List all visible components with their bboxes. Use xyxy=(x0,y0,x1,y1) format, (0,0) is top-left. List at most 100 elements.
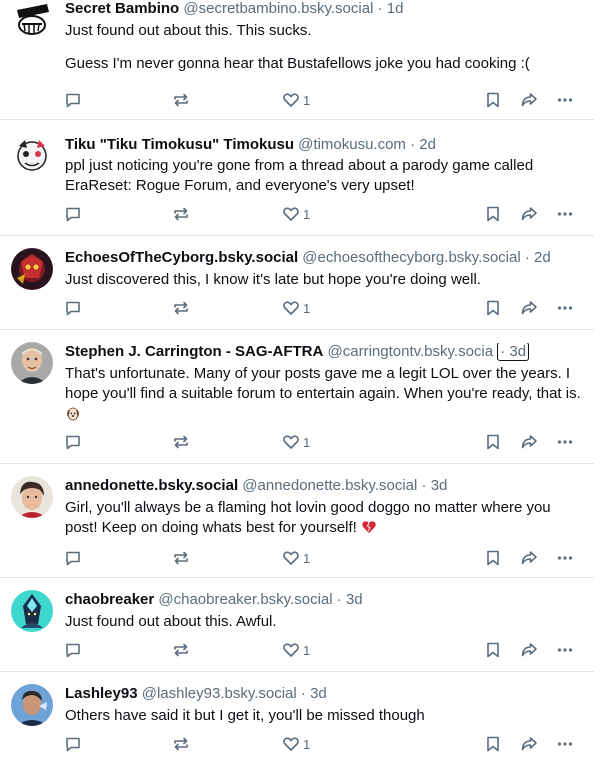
avatar[interactable] xyxy=(11,0,53,40)
share-icon xyxy=(520,91,538,109)
like-button[interactable]: 1 xyxy=(282,640,310,660)
post[interactable]: chaobreaker @chaobreaker.bsky.social · 3… xyxy=(0,578,594,672)
reply-icon xyxy=(64,299,82,317)
author-name[interactable]: chaobreaker xyxy=(65,591,154,608)
more-options-button[interactable] xyxy=(556,204,574,224)
share-button[interactable] xyxy=(520,734,538,754)
heart-icon xyxy=(282,205,300,223)
post-time[interactable]: 3d xyxy=(431,477,448,494)
repost-button[interactable] xyxy=(172,640,190,660)
bookmark-button[interactable] xyxy=(485,298,501,318)
like-button[interactable]: 1 xyxy=(282,204,310,224)
separator: · xyxy=(410,136,416,153)
more-icon xyxy=(556,91,574,109)
share-button[interactable] xyxy=(520,640,538,660)
like-count: 1 xyxy=(303,642,311,658)
author-handle[interactable]: @lashley93.bsky.social xyxy=(142,685,297,702)
heart-icon xyxy=(282,641,300,659)
repost-button[interactable] xyxy=(172,298,190,318)
avatar[interactable] xyxy=(11,248,53,290)
avatar[interactable] xyxy=(11,590,53,632)
author-name[interactable]: Lashley93 xyxy=(65,685,138,702)
repost-button[interactable] xyxy=(172,90,190,110)
avatar[interactable] xyxy=(11,342,53,384)
post[interactable]: Lashley93 @lashley93.bsky.social · 3d Ot… xyxy=(0,672,594,764)
share-button[interactable] xyxy=(520,298,538,318)
post-text: That's unfortunate. Many of your posts g… xyxy=(65,365,581,402)
bookmark-button[interactable] xyxy=(485,548,501,568)
post-time[interactable]: 1d xyxy=(387,0,404,17)
post[interactable]: EchoesOfTheCyborg.bsky.social @echoesoft… xyxy=(0,236,594,330)
like-button[interactable]: 1 xyxy=(282,548,310,568)
more-icon xyxy=(556,299,574,317)
share-button[interactable] xyxy=(520,548,538,568)
author-name[interactable]: Tiku "Tiku Timokusu" Timokusu xyxy=(65,136,294,153)
author-handle[interactable]: @annedonette.bsky.social xyxy=(242,477,417,494)
author-handle[interactable]: @timokusu.com xyxy=(298,136,406,153)
author-handle[interactable]: @carringtontv.bsky.socia xyxy=(328,343,494,360)
more-icon xyxy=(556,205,574,223)
more-options-button[interactable] xyxy=(556,548,574,568)
author-name[interactable]: EchoesOfTheCyborg.bsky.social xyxy=(65,249,298,266)
reply-button[interactable] xyxy=(64,204,82,224)
more-icon xyxy=(556,641,574,659)
more-options-button[interactable] xyxy=(556,432,574,452)
repost-button[interactable] xyxy=(172,548,190,568)
bookmark-icon xyxy=(485,91,501,109)
share-button[interactable] xyxy=(520,204,538,224)
author-handle[interactable]: @chaobreaker.bsky.social xyxy=(158,591,332,608)
post-time[interactable]: 2d xyxy=(534,249,551,266)
separator: · xyxy=(300,685,306,702)
repost-button[interactable] xyxy=(172,204,190,224)
post[interactable]: Stephen J. Carrington - SAG-AFTRA @carri… xyxy=(0,330,594,464)
post-actions: 1 xyxy=(0,90,594,110)
repost-icon xyxy=(172,641,190,659)
like-button[interactable]: 1 xyxy=(282,90,310,110)
post-time[interactable]: 3d xyxy=(310,685,327,702)
author-name[interactable]: Stephen J. Carrington - SAG-AFTRA xyxy=(65,343,323,360)
like-button[interactable]: 1 xyxy=(282,734,310,754)
reply-button[interactable] xyxy=(64,548,82,568)
author-name[interactable]: annedonette.bsky.social xyxy=(65,477,238,494)
post-time[interactable]: · 3d xyxy=(497,343,530,361)
share-icon xyxy=(520,735,538,753)
post[interactable]: Tiku "Tiku Timokusu" Timokusu @timokusu.… xyxy=(0,120,594,236)
bookmark-button[interactable] xyxy=(485,640,501,660)
bookmark-button[interactable] xyxy=(485,432,501,452)
post-actions: 1 xyxy=(0,548,594,568)
author-name[interactable]: Secret Bambino xyxy=(65,0,179,17)
more-options-button[interactable] xyxy=(556,734,574,754)
like-count: 1 xyxy=(303,300,311,316)
post-time[interactable]: 3d xyxy=(346,591,363,608)
separator: · xyxy=(377,0,383,17)
bookmark-button[interactable] xyxy=(485,734,501,754)
reply-button[interactable] xyxy=(64,640,82,660)
reply-button[interactable] xyxy=(64,90,82,110)
reply-button[interactable] xyxy=(64,432,82,452)
avatar[interactable] xyxy=(11,684,53,726)
more-options-button[interactable] xyxy=(556,640,574,660)
heart-icon xyxy=(282,549,300,567)
post-time[interactable]: 2d xyxy=(419,136,436,153)
share-button[interactable] xyxy=(520,432,538,452)
avatar[interactable] xyxy=(11,136,53,178)
bookmark-icon xyxy=(485,641,501,659)
repost-button[interactable] xyxy=(172,734,190,754)
reply-button[interactable] xyxy=(64,298,82,318)
like-button[interactable]: 1 xyxy=(282,432,310,452)
avatar[interactable] xyxy=(11,476,53,518)
post[interactable]: annedonette.bsky.social @annedonette.bsk… xyxy=(0,464,594,578)
bookmark-button[interactable] xyxy=(485,90,501,110)
separator: · xyxy=(524,249,530,266)
more-options-button[interactable] xyxy=(556,90,574,110)
bookmark-button[interactable] xyxy=(485,204,501,224)
author-handle[interactable]: @secretbambino.bsky.social xyxy=(183,0,373,17)
like-count: 1 xyxy=(303,206,311,222)
post[interactable]: Secret Bambino @secretbambino.bsky.socia… xyxy=(0,0,594,120)
author-handle[interactable]: @echoesofthecyborg.bsky.social xyxy=(302,249,520,266)
more-options-button[interactable] xyxy=(556,298,574,318)
reply-button[interactable] xyxy=(64,734,82,754)
share-button[interactable] xyxy=(520,90,538,110)
repost-button[interactable] xyxy=(172,432,190,452)
like-button[interactable]: 1 xyxy=(282,298,310,318)
